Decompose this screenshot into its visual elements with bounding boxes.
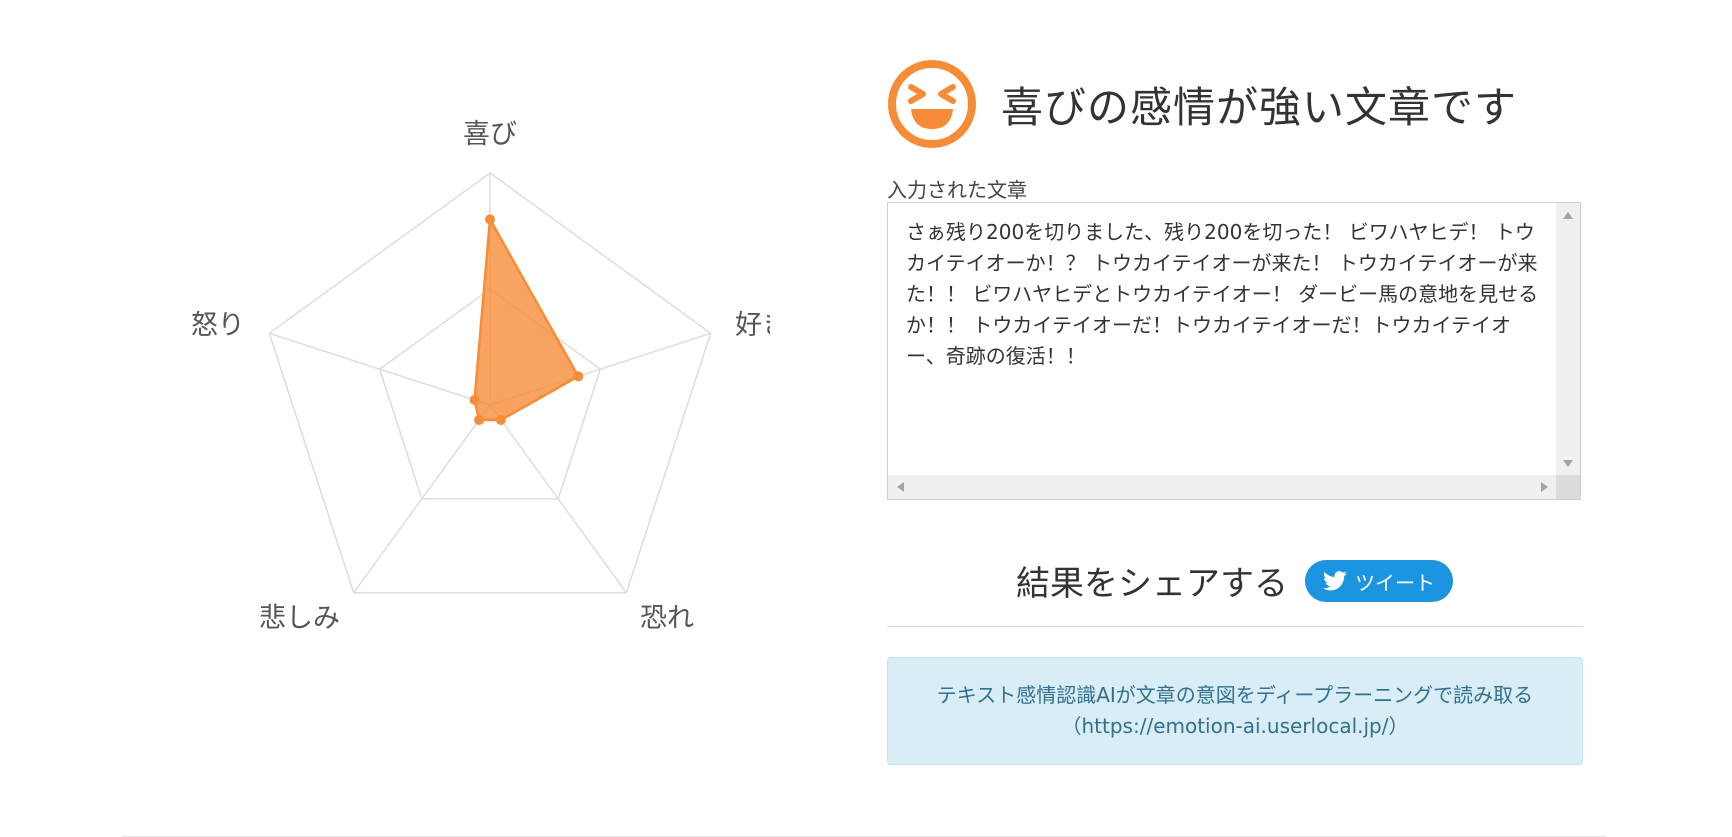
scrollbar-corner <box>1556 475 1580 499</box>
radar-data-point-0 <box>485 214 495 225</box>
result-headline-text: 喜びの感情が強い文章です <box>1001 82 1518 132</box>
share-section: 結果をシェアする ツイート <box>887 500 1583 627</box>
radar-axis-label-0: 喜び <box>463 119 517 150</box>
radar-axis-label-3: 悲しみ <box>259 603 340 634</box>
scroll-left-icon[interactable] <box>897 482 904 492</box>
tweet-button-label: ツイート <box>1355 570 1435 595</box>
radar-data-area <box>473 218 580 422</box>
vertical-scrollbar[interactable] <box>1556 203 1580 476</box>
radar-axis-label-2: 恐れ <box>640 603 694 634</box>
scroll-down-icon[interactable] <box>1563 460 1573 467</box>
radar-axis-label-1: 好き <box>735 310 770 341</box>
info-banner-line1[interactable]: テキスト感情認識AIが文章の意図をディープラーニングで読み取る <box>888 680 1582 711</box>
input-text-label: 入力された文章 <box>887 178 1027 202</box>
radar-data-point-1 <box>573 371 584 382</box>
horizontal-scrollbar[interactable] <box>888 475 1557 499</box>
result-panel: 喜びの感情が強い文章です 入力された文章 さぁ残り200を切りました、残り200… <box>887 58 1583 765</box>
info-banner-url[interactable]: （https://emotion-ai.userlocal.jp/） <box>888 711 1582 742</box>
radar-data-point-3 <box>474 415 485 426</box>
radar-axis-line-4 <box>269 332 491 406</box>
info-banner[interactable]: テキスト感情認識AIが文章の意図をディープラーニングで読み取る （https:/… <box>887 657 1583 765</box>
page: 喜び好き恐れ 悲しみ 怒り 喜びの感情が強い文章です 入力された文章 さぁ残り200… <box>0 0 1732 837</box>
scroll-right-icon[interactable] <box>1541 482 1548 492</box>
radar-svg: 喜び好き恐れ 悲しみ 怒り <box>191 119 770 634</box>
radar-data-point-4 <box>469 394 480 405</box>
emotion-radar-chart: 喜び好き恐れ 悲しみ 怒り <box>150 80 770 640</box>
input-text-content[interactable]: さぁ残り200を切りました、残り200を切った！ ビワハヤヒデ！ トウカイテイオ… <box>906 217 1546 372</box>
result-headline: 喜びの感情が強い文章です <box>887 58 1583 150</box>
radar-axis-label-4: 怒り <box>191 310 245 341</box>
input-text-area[interactable]: さぁ残り200を切りました、残り200を切った！ ビワハヤヒデ！ トウカイテイオ… <box>887 202 1581 500</box>
scroll-up-icon[interactable] <box>1563 212 1573 219</box>
tweet-button[interactable]: ツイート <box>1305 560 1453 602</box>
share-title: 結果をシェアする <box>1016 564 1288 604</box>
twitter-bird-icon <box>1323 571 1347 591</box>
radar-data-point-2 <box>495 415 506 426</box>
laughing-face-icon <box>888 60 976 148</box>
